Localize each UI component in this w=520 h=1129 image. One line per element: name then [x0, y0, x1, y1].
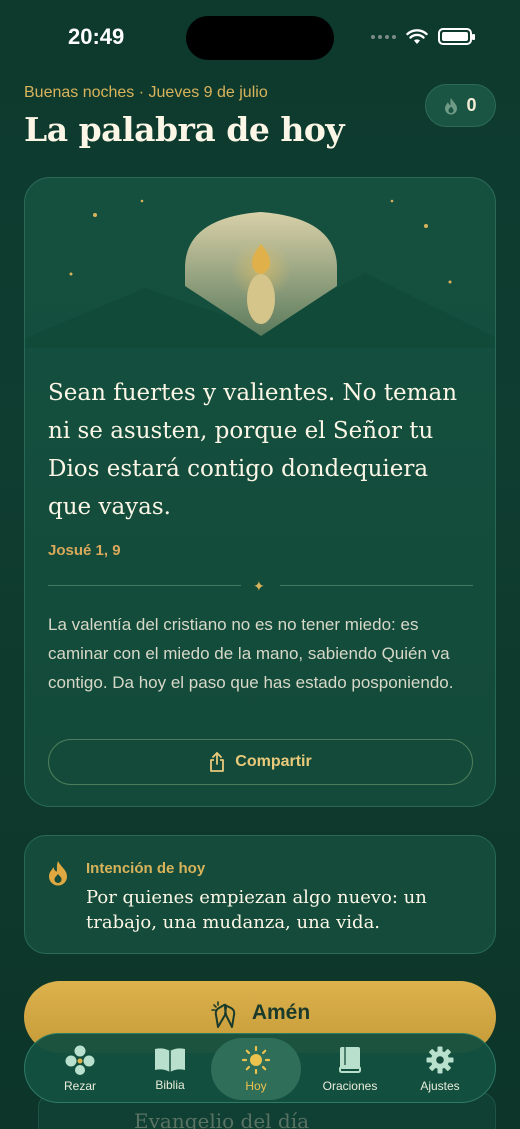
share-label: Compartir: [235, 753, 312, 770]
status-time: 20:49: [68, 24, 125, 49]
tab-label: Oraciones: [322, 1079, 378, 1093]
status-bar: 20:49: [0, 0, 520, 76]
share-button[interactable]: Compartir: [48, 739, 473, 785]
tab-label: Rezar: [63, 1079, 96, 1093]
battery-icon: [438, 28, 475, 45]
streak-badge[interactable]: 0: [425, 84, 496, 127]
rosary-icon: [65, 1045, 95, 1075]
wifi-icon: [406, 28, 428, 44]
tab-rezar[interactable]: Rezar: [35, 1034, 125, 1104]
sparkle-icon: ✦: [253, 578, 265, 594]
tab-ajustes[interactable]: Ajustes: [395, 1034, 485, 1104]
intention-text: Por quienes empiezan algo nuevo: un trab…: [86, 887, 427, 933]
verse-reference: Josué 1, 9: [48, 542, 121, 559]
streak-count: 0: [466, 95, 477, 115]
intention-label: Intención de hoy: [86, 860, 206, 877]
page-title: La palabra de hoy: [24, 110, 345, 149]
ornament-divider: ✦: [48, 578, 473, 594]
tab-oraciones[interactable]: Oraciones: [305, 1034, 395, 1104]
praying-hands-icon: [211, 1001, 235, 1028]
tab-biblia[interactable]: Biblia: [125, 1034, 215, 1104]
open-book-icon: [155, 1048, 185, 1072]
prayer-book-icon: [339, 1047, 361, 1073]
flame-icon: [445, 97, 458, 114]
status-icons: [371, 28, 475, 45]
tab-hoy[interactable]: Hoy: [211, 1038, 301, 1100]
gospel-card-title: Evangelio del día: [134, 1109, 310, 1129]
reflection-text: La valentía del cristiano no es no tener…: [48, 615, 454, 692]
flame-icon: [49, 861, 67, 886]
intention-card: Intención de hoy Por quienes empiezan al…: [24, 835, 496, 954]
tab-label: Hoy: [245, 1079, 267, 1093]
share-icon: [210, 752, 225, 772]
signal-icon: [371, 34, 396, 39]
verse-card: Sean fuertes y valientes. No teman ni se…: [24, 177, 496, 807]
dynamic-island: [186, 16, 334, 60]
tab-label: Biblia: [155, 1078, 185, 1092]
verse-text: Sean fuertes y valientes. No teman ni se…: [48, 380, 458, 520]
candle-scene-illustration: [25, 199, 495, 348]
gear-icon: [426, 1046, 454, 1074]
greeting-date: Buenas noches · Jueves 9 de julio: [24, 84, 268, 101]
tab-label: Ajustes: [420, 1079, 460, 1093]
amen-label: Amén: [251, 1001, 311, 1024]
sun-icon: [241, 1045, 271, 1075]
tab-bar: Rezar Biblia Hoy Oraciones Ajustes: [24, 1033, 496, 1103]
